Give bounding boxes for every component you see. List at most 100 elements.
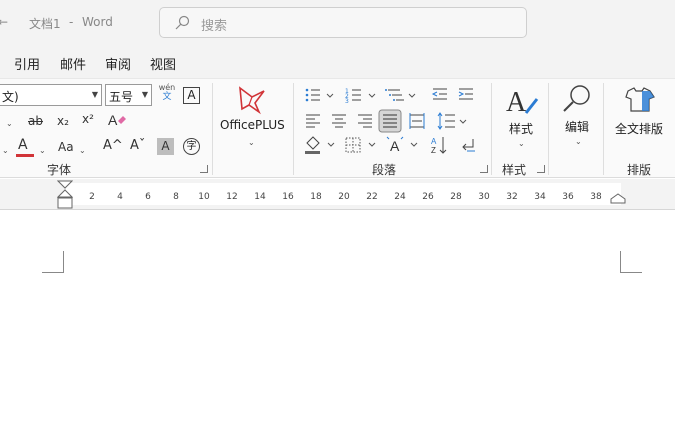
ruler-tick: 2: [89, 192, 95, 202]
char-border-label: A: [187, 88, 196, 102]
align-right-icon: [358, 114, 372, 128]
margin-corner-marker: [42, 251, 64, 273]
char-shading-label: A: [161, 139, 170, 153]
subscript-button[interactable]: x₂: [57, 113, 69, 129]
ruler-tick: 10: [198, 192, 210, 202]
align-center-icon: [332, 114, 346, 128]
clear-formatting-icon[interactable]: A: [107, 111, 127, 129]
svg-text:A: A: [431, 137, 437, 146]
show-marks-icon: [462, 139, 475, 152]
borders-icon: [345, 137, 361, 153]
ruler-tick: 6: [145, 192, 151, 202]
group-divider: [293, 83, 294, 175]
ruler-tick: 12: [226, 192, 238, 202]
chevron-down-icon[interactable]: ⌄: [248, 133, 255, 151]
paragraph-controls[interactable]: 1 2 3 A A Z: [303, 85, 488, 157]
ribbon: 文) ▼ 五号 ▼ wén 文 A ⌄ ab x₂ x² A ⌄ A ⌄ Aa …: [0, 78, 675, 178]
font-name-value: 文): [2, 90, 19, 104]
editing-search-icon[interactable]: [561, 83, 593, 115]
superscript-button[interactable]: x²: [82, 111, 94, 127]
title-separator: -: [69, 15, 74, 29]
tab-review[interactable]: 审阅: [105, 54, 131, 73]
right-indent-marker-icon[interactable]: [610, 193, 626, 205]
font-color-button[interactable]: A: [16, 137, 38, 157]
group-divider: [491, 83, 492, 175]
horizontal-ruler[interactable]: 2 4 6 8 10 12 14 16 18 20 22 24 26 28 30…: [66, 183, 621, 205]
search-icon: [175, 15, 190, 30]
tab-mailings[interactable]: 邮件: [60, 54, 86, 73]
multilevel-list-icon: [385, 89, 404, 101]
increase-indent-icon: [458, 88, 473, 100]
svg-text:A: A: [108, 112, 118, 128]
paragraph-group-label: 段落: [372, 163, 397, 177]
word-window: ← 文档1 - Word 搜索 引用 邮件 审阅 视图 文) ▼ 五号 ▼ wé…: [0, 0, 675, 440]
strikethrough-button[interactable]: ab: [28, 113, 43, 129]
decrease-indent-icon: [431, 88, 447, 100]
chevron-down-icon[interactable]: ⌄: [39, 141, 46, 159]
search-box[interactable]: 搜索: [159, 7, 527, 38]
enclose-char-label: 字: [186, 141, 197, 152]
group-divider: [212, 83, 213, 175]
line-spacing-icon: [437, 112, 455, 130]
group-divider: [548, 83, 549, 175]
font-size-dropdown[interactable]: 五号 ▼: [105, 84, 152, 106]
ruler-tick: 26: [422, 192, 434, 202]
phonetic-bottom: 文: [162, 92, 172, 102]
grow-font-button[interactable]: A^: [103, 138, 123, 154]
indent-markers-icon[interactable]: [57, 180, 73, 210]
char-shading-button[interactable]: A: [157, 138, 174, 155]
ruler-tick: 16: [282, 192, 294, 202]
asian-layout-icon: A: [386, 136, 404, 154]
margin-corner-marker: [620, 251, 642, 273]
ruler-tick: 28: [450, 192, 462, 202]
ruler-tick: 38: [590, 192, 602, 202]
font-dialog-launcher[interactable]: [200, 165, 208, 173]
font-size-value: 五号: [109, 90, 134, 104]
officeplus-label[interactable]: OfficePLUS: [220, 118, 285, 132]
full-layout-shirt-icon[interactable]: [622, 85, 656, 115]
chevron-down-icon[interactable]: ⌄: [2, 141, 9, 159]
layout-group-label: 排版: [627, 163, 652, 177]
tab-view[interactable]: 视图: [150, 54, 176, 73]
svg-text:Z: Z: [431, 146, 436, 155]
styles-group-label: 样式: [502, 163, 527, 177]
phonetic-guide-button[interactable]: wén 文: [158, 83, 176, 105]
chevron-down-icon[interactable]: ⌄: [79, 141, 86, 159]
titlebar-fragment: ←: [0, 15, 9, 29]
chevron-down-icon[interactable]: ⌄: [575, 132, 582, 150]
tab-references[interactable]: 引用: [14, 54, 40, 73]
font-color-swatch: [16, 154, 34, 157]
ruler-tick: 24: [394, 192, 406, 202]
enclose-char-button[interactable]: 字: [183, 138, 200, 155]
font-group-label: 字体: [47, 163, 72, 177]
sort-icon: A Z: [431, 137, 447, 155]
styles-icon[interactable]: A: [504, 85, 540, 117]
chevron-down-icon[interactable]: ⌄: [518, 134, 525, 152]
ruler-tick: 18: [310, 192, 322, 202]
styles-dialog-launcher[interactable]: [537, 165, 545, 173]
ruler-tick: 8: [173, 192, 179, 202]
ruler-tick: 14: [254, 192, 266, 202]
document-title: 文档1: [29, 17, 61, 31]
horizontal-ruler-bar: 2 4 6 8 10 12 14 16 18 20 22 24 26 28 30…: [0, 179, 675, 210]
svg-text:A: A: [506, 87, 527, 117]
shrink-font-button[interactable]: Aˇ: [130, 138, 145, 154]
chevron-down-icon: ▼: [141, 90, 148, 99]
chevron-down-icon[interactable]: ⌄: [6, 114, 13, 132]
ruler-tick: 4: [117, 192, 123, 202]
paragraph-dialog-launcher[interactable]: [480, 165, 488, 173]
char-border-button[interactable]: A: [183, 87, 200, 104]
font-name-dropdown[interactable]: 文) ▼: [0, 84, 102, 106]
full-layout-label[interactable]: 全文排版: [615, 120, 663, 137]
ribbon-tabs: 引用 邮件 审阅 视图: [0, 44, 675, 78]
ruler-tick: 34: [534, 192, 546, 202]
numbering-icon: 1 2 3: [345, 88, 361, 105]
document-page[interactable]: [0, 210, 675, 440]
ruler-tick: 20: [338, 192, 350, 202]
ruler-tick: 30: [478, 192, 490, 202]
svg-text:3: 3: [345, 98, 349, 105]
align-left-icon: [306, 114, 320, 128]
officeplus-logo-icon[interactable]: [237, 85, 267, 115]
change-case-button[interactable]: Aa: [58, 139, 74, 155]
app-name: Word: [82, 15, 113, 29]
